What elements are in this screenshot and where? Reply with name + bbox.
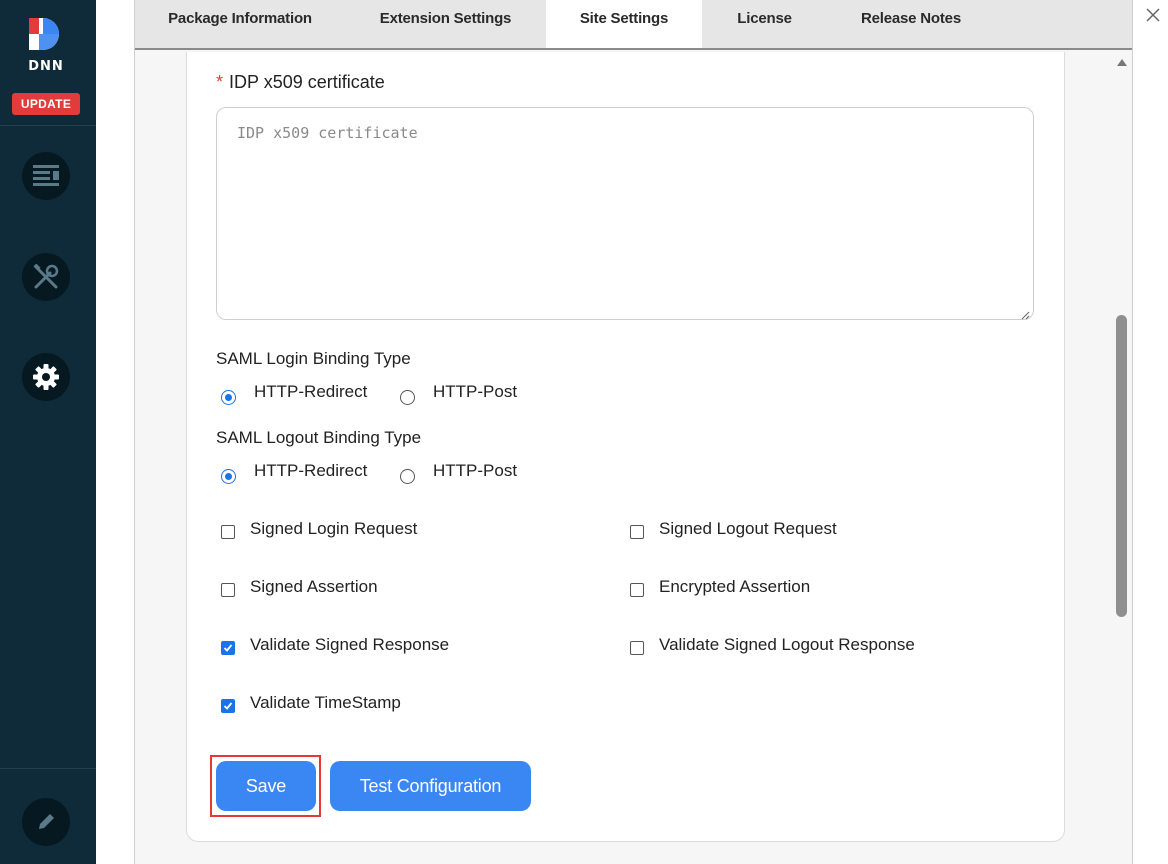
validate-timestamp-label: Validate TimeStamp	[250, 693, 401, 712]
logout-binding-post-radio[interactable]	[400, 469, 415, 484]
logout-binding-redirect-label: HTTP-Redirect	[254, 461, 368, 480]
login-binding-post-radio[interactable]	[400, 390, 415, 405]
certificate-label: * IDP x509 certificate	[216, 72, 385, 93]
checkmark-icon	[223, 644, 233, 652]
resize-handle-icon[interactable]	[1020, 306, 1030, 320]
signed-login-request-checkbox[interactable]	[221, 525, 235, 539]
validate-timestamp-checkbox[interactable]	[221, 699, 235, 713]
tab-site-settings[interactable]: Site Settings	[546, 0, 702, 48]
validate-signed-response-checkbox[interactable]	[221, 641, 235, 655]
tools-icon[interactable]	[22, 253, 70, 301]
login-binding-label: SAML Login Binding Type	[216, 349, 411, 368]
tab-release-notes[interactable]: Release Notes	[827, 0, 995, 48]
login-binding-redirect-label: HTTP-Redirect	[254, 382, 368, 401]
dnn-logo[interactable]: DNN	[25, 14, 67, 74]
tab-bar: Package Information Extension Settings S…	[135, 0, 1132, 50]
scrollbar-thumb[interactable]	[1116, 315, 1127, 617]
test-configuration-button[interactable]: Test Configuration	[330, 761, 531, 811]
logout-binding-label: SAML Logout Binding Type	[216, 428, 422, 447]
sidebar-divider	[0, 125, 96, 126]
checkmark-icon	[223, 702, 233, 710]
sidebar: DNN UPDATE	[0, 0, 96, 864]
logo-text: DNN	[28, 59, 64, 74]
signed-logout-request-label: Signed Logout Request	[659, 519, 837, 538]
tab-license[interactable]: License	[702, 0, 827, 48]
login-binding-post-label: HTTP-Post	[433, 382, 518, 401]
required-marker: *	[216, 72, 224, 92]
content-icon[interactable]	[22, 152, 70, 200]
tab-extension-settings[interactable]: Extension Settings	[345, 0, 546, 48]
encrypted-assertion-label: Encrypted Assertion	[659, 577, 811, 596]
logout-binding-post-label: HTTP-Post	[433, 461, 518, 480]
sidebar-divider	[0, 768, 96, 769]
certificate-label-text: IDP x509 certificate	[229, 72, 385, 92]
close-icon[interactable]	[1144, 6, 1162, 24]
signed-assertion-checkbox[interactable]	[221, 583, 235, 597]
validate-signed-response-label: Validate Signed Response	[250, 635, 450, 654]
vertical-scrollbar[interactable]	[1112, 50, 1132, 864]
certificate-textarea[interactable]: IDP x509 certificate	[216, 107, 1034, 320]
update-button[interactable]: UPDATE	[12, 93, 80, 115]
signed-assertion-label: Signed Assertion	[250, 577, 378, 596]
validate-signed-logout-response-label: Validate Signed Logout Response	[659, 635, 915, 654]
save-button-highlight	[210, 755, 321, 817]
scroll-up-icon[interactable]	[1117, 59, 1127, 66]
signed-login-request-label: Signed Login Request	[250, 519, 418, 538]
encrypted-assertion-checkbox[interactable]	[630, 583, 644, 597]
settings-gear-icon[interactable]	[22, 353, 70, 401]
tab-package-information[interactable]: Package Information	[135, 0, 345, 48]
logout-binding-redirect-radio[interactable]	[221, 469, 236, 484]
edit-pencil-icon[interactable]	[22, 798, 70, 846]
login-binding-redirect-radio[interactable]	[221, 390, 236, 405]
validate-signed-logout-response-checkbox[interactable]	[630, 641, 644, 655]
signed-logout-request-checkbox[interactable]	[630, 525, 644, 539]
certificate-placeholder: IDP x509 certificate	[237, 124, 418, 142]
